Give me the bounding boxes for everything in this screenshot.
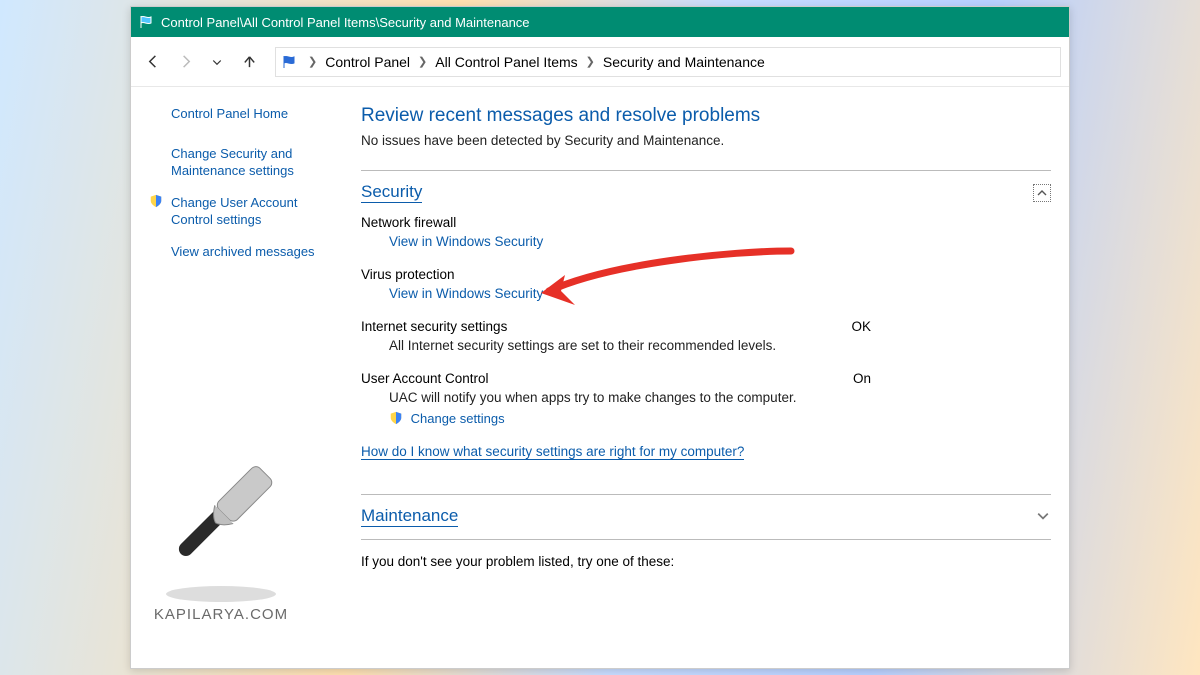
shield-icon [389,411,403,425]
section-maintenance: Maintenance [361,494,1051,540]
crumb-control-panel[interactable]: Control Panel [323,54,412,70]
up-button[interactable] [235,48,263,76]
internet-desc: All Internet security settings are set t… [389,338,1051,353]
security-help-link[interactable]: How do I know what security settings are… [361,444,744,460]
chevron-right-icon[interactable]: ❯ [584,55,597,68]
toolbar: ❯ Control Panel ❯ All Control Panel Item… [131,37,1069,87]
item-network-firewall: Network firewall View in Windows Securit… [361,215,1051,249]
flag-icon [282,54,298,70]
sidebar-view-archived[interactable]: View archived messages [171,243,315,261]
internet-label: Internet security settings [361,319,507,334]
forward-button[interactable] [171,48,199,76]
watermark: KAPILARYA.COM [146,454,296,623]
titlebar: Control Panel\All Control Panel Items\Se… [131,7,1069,37]
window-title: Control Panel\All Control Panel Items\Se… [161,15,530,30]
hammer-icon [146,454,296,604]
sidebar-change-uac[interactable]: Change User Account Control settings [171,194,331,229]
section-maintenance-title: Maintenance [361,507,458,527]
address-bar[interactable]: ❯ Control Panel ❯ All Control Panel Item… [275,47,1061,77]
crumb-security-maintenance[interactable]: Security and Maintenance [601,54,767,70]
page-title: Review recent messages and resolve probl… [361,105,1051,127]
main-panel: Review recent messages and resolve probl… [341,105,1069,668]
item-virus-protection: Virus protection View in Windows Securit… [361,267,1051,301]
item-internet-security: Internet security settings OK All Intern… [361,319,1051,353]
virus-label: Virus protection [361,267,455,282]
uac-status: On [853,371,1051,386]
shield-icon [149,194,165,213]
virus-link[interactable]: View in Windows Security [389,286,543,301]
crumb-all-items[interactable]: All Control Panel Items [433,54,579,70]
uac-desc: UAC will notify you when apps try to mak… [389,390,1051,405]
chevron-right-icon[interactable]: ❯ [306,55,319,68]
recent-dropdown[interactable] [203,48,231,76]
firewall-link[interactable]: View in Windows Security [389,234,543,249]
section-security-title: Security [361,183,422,203]
sidebar-change-security[interactable]: Change Security and Maintenance settings [171,145,331,180]
page-subtitle: No issues have been detected by Security… [361,133,1051,148]
uac-change-settings[interactable]: Change settings [411,411,505,426]
section-security-header[interactable]: Security [361,171,1051,215]
sidebar-home[interactable]: Control Panel Home [171,105,288,123]
back-button[interactable] [139,48,167,76]
firewall-label: Network firewall [361,215,456,230]
internet-status: OK [851,319,1051,334]
item-uac: User Account Control On UAC will notify … [361,371,1051,426]
flag-icon [139,14,155,30]
uac-label: User Account Control [361,371,489,386]
section-maintenance-header[interactable]: Maintenance [361,495,1051,539]
footer-text: If you don't see your problem listed, tr… [361,554,1051,569]
section-security: Security Network firewall View in Window… [361,170,1051,494]
expand-icon[interactable] [1037,510,1051,525]
chevron-right-icon[interactable]: ❯ [416,55,429,68]
collapse-icon[interactable] [1033,184,1051,202]
